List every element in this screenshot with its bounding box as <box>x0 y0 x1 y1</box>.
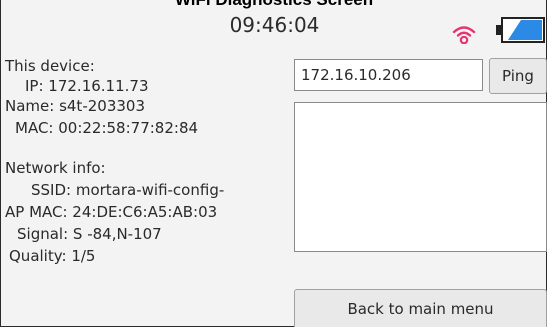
ping-target-input[interactable] <box>294 59 483 91</box>
status-bar: 09:46:04 <box>1 10 548 46</box>
window-title: WiFi Diagnostics Screen <box>0 0 548 9</box>
ping-output-area[interactable] <box>294 102 547 252</box>
device-ip-label: IP: 172.16.11.73 <box>25 77 149 95</box>
network-signal-label: Signal: S -84,N-107 <box>17 225 162 243</box>
network-ap-mac-label: AP MAC: 24:DE:C6:A5:AB:03 <box>5 203 218 221</box>
device-name-label: Name: s4t-203303 <box>5 97 145 115</box>
wifi-diagnostics-screen: 09:46:04 This device: IP: 172.16.11.73 N… <box>0 0 548 328</box>
this-device-heading: This device: <box>5 57 95 75</box>
network-ssid-label: SSID: mortara-wifi-config- <box>31 181 225 199</box>
network-info-heading: Network info: <box>5 159 106 177</box>
ping-button[interactable]: Ping <box>489 58 547 94</box>
battery-icon <box>496 17 545 43</box>
device-screen: 09:46:04 This device: IP: 172.16.11.73 N… <box>0 0 547 327</box>
device-mac-label: MAC: 00:22:58:77:82:84 <box>15 119 199 137</box>
back-to-main-menu-button[interactable]: Back to main menu <box>294 289 547 327</box>
wifi-signal-icon <box>452 26 476 44</box>
network-quality-label: Quality: 1/5 <box>9 247 96 265</box>
